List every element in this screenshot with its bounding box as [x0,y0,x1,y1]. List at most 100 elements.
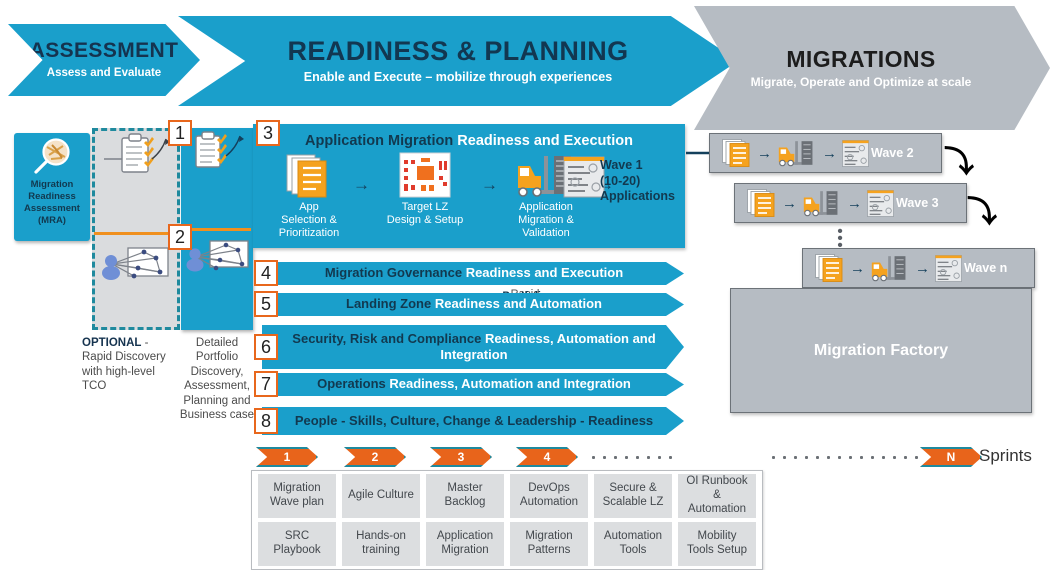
sprint-marker-n[interactable]: N [920,447,982,467]
wave-box-3-label: Wave 3 [896,196,939,210]
table-cell-oi-runbook-automation[interactable]: OI Runbook & Automation [678,474,756,518]
clipboard-checklist-icon [195,131,244,168]
table-cell-devops-automation[interactable]: DevOps Automation [510,474,588,518]
bar-migration-governance[interactable]: Migration Governance Readiness and Execu… [262,262,684,285]
forklift-server-icon [871,256,906,282]
flow-arrow-2: → [481,175,498,194]
badge-3[interactable]: 3 [256,120,280,146]
phase-chevron-migrations[interactable]: MIGRATIONS Migrate, Operate and Optimize… [694,6,1050,130]
flow-step-app-selection[interactable]: App Selection & Prioritization [271,154,347,241]
badge-2[interactable]: 2 [168,224,192,250]
badge-8[interactable]: 8 [254,408,278,434]
bar-7-text: Operations Readiness, Automation and Int… [317,376,631,392]
documents-stack-icon [286,154,327,198]
sprint-deliverables-table: Migration Wave plan Agile Culture Master B… [251,470,763,570]
badge-7[interactable]: 7 [254,371,278,397]
phase-subtitle-migrations: Migrate, Operate and Optimize at scale [750,74,972,89]
badge-5[interactable]: 5 [254,291,278,317]
caption-optional: OPTIONAL - Rapid Discovery with high-lev… [82,336,168,394]
table-cell-migration-patterns[interactable]: Migration Patterns [510,522,588,566]
table-cell-agile-culture[interactable]: Agile Culture [342,474,420,518]
box3-heading-light: Readiness and Execution [457,133,633,149]
table-row: SRC Playbook Hands-on training Application… [258,522,756,566]
bar-5-text: Landing Zone Readiness and Automation [346,296,602,312]
flow-arrow-1: → [353,175,370,194]
badge-4[interactable]: 4 [254,260,278,286]
table-cell-secure-scalable-lz[interactable]: Secure & Scalable LZ [594,474,672,518]
waven-arrow-1: → [850,259,865,277]
documents-stack-icon [815,254,843,282]
wave3-arrow-2: → [847,194,862,212]
table-row: Migration Wave plan Agile Culture Master B… [258,474,756,518]
detailed-box-divider [183,228,251,231]
wave2-arrow-1: → [757,144,772,162]
sprint-dotted-line-left [588,455,678,460]
bar-8-text: People - Skills, Culture, Change & Leade… [294,412,654,428]
caption-optional-heading: OPTIONAL [82,337,142,349]
wave2-curve-arrow-icon: ⤵ [944,146,974,179]
optional-box-divider [94,232,178,235]
bar-6-text: Security, Risk and Compliance Readiness,… [292,330,656,362]
network-discovery-icon [186,240,249,272]
wave3-arrow-1: → [782,194,797,212]
table-cell-mobility-tools-setup[interactable]: Mobility Tools Setup [678,522,756,566]
architecture-diagram-icon [399,152,451,198]
phase-subtitle-readiness-planning: Enable and Execute – mobilize through ex… [303,69,613,84]
sprint-marker-3[interactable]: 3 [430,447,492,467]
server-rack-icon [867,189,894,217]
wave1-label: Wave 1 (10-20) Applications [600,158,676,204]
sprint-marker-1[interactable]: 1 [256,447,318,467]
badge-6[interactable]: 6 [254,334,278,360]
vertical-ellipsis-icon: • • • [837,223,843,254]
diagram-canvas: ASSESSMENT Assess and Evaluate READINESS… [0,0,1050,570]
box3-heading-dark: Application Migration [305,133,454,149]
phase-title-assessment: ASSESSMENT [29,39,179,63]
table-cell-master-backlog[interactable]: Master Backlog [426,474,504,518]
phase-chevron-readiness-planning[interactable]: READINESS & PLANNING Enable and Execute … [178,16,738,106]
bar-operations[interactable]: Operations Readiness, Automation and Int… [262,373,684,396]
table-cell-application-migration[interactable]: Application Migration [426,522,504,566]
clipboard-checklist-icon [104,133,170,173]
server-rack-icon [935,254,962,282]
phase-title-migrations: MIGRATIONS [786,45,936,72]
phase-title-readiness-planning: READINESS & PLANNING [287,36,629,67]
wave3-curve-arrow-icon: ⤵ [967,196,997,229]
table-cell-hands-on-training[interactable]: Hands-on training [342,522,420,566]
server-rack-icon [842,139,869,167]
bar-people-skills-culture[interactable]: People - Skills, Culture, Change & Leade… [262,407,684,435]
caption-detailed: Detailed Portfolio Discovery, Assessment… [179,337,255,421]
wave-box-n[interactable]: → → Wave n [802,248,1035,288]
sprint-marker-2[interactable]: 2 [344,447,406,467]
bar-security-risk-compliance[interactable]: Security, Risk and Compliance Readiness,… [262,325,684,369]
migration-factory-label: Migration Factory [813,341,949,359]
wave-box-3[interactable]: → → Wave 3 [734,183,967,223]
sprints-label: Sprints [979,446,1032,465]
sprint-dotted-line-right [768,455,918,460]
bar-4-text: Migration Governance Readiness and Execu… [324,265,624,281]
wave2-arrow-2: → [822,144,837,162]
badge-1[interactable]: 1 [168,120,192,146]
flow-step-application-migration-caption: Application Migration & Validation [518,201,574,240]
flow-step-target-lz-caption: Target LZ Design & Setup [386,201,464,227]
documents-stack-icon [747,189,775,217]
flow-step-target-lz[interactable]: Target LZ Design & Setup [377,152,473,227]
table-cell-migration-wave-plan[interactable]: Migration Wave plan [258,474,336,518]
forklift-server-icon [803,191,838,217]
flow-step-app-selection-caption: App Selection & Prioritization [278,201,340,240]
wave-box-2-label: Wave 2 [871,146,914,160]
magnifier-icon [34,138,70,174]
box3-heading: Application Migration Readiness and Exec… [253,133,685,149]
forklift-server-icon [778,141,813,167]
waven-arrow-2: → [915,259,930,277]
wave-box-n-label: Wave n [964,261,1008,275]
wave-box-2[interactable]: → → Wave 2 [709,133,942,173]
documents-stack-icon [722,139,750,167]
phase-subtitle-assessment: Assess and Evaluate [46,67,162,80]
phase-chevron-assessment[interactable]: ASSESSMENT Assess and Evaluate [8,24,200,96]
table-cell-automation-tools[interactable]: Automation Tools [594,522,672,566]
migration-factory-box[interactable]: Migration Factory [730,288,1032,413]
bar-landing-zone[interactable]: Landing Zone Readiness and Automation [262,293,684,316]
sprint-marker-4[interactable]: 4 [516,447,578,467]
server-rack-icon [563,156,605,198]
table-cell-src-playbook[interactable]: SRC Playbook [258,522,336,566]
